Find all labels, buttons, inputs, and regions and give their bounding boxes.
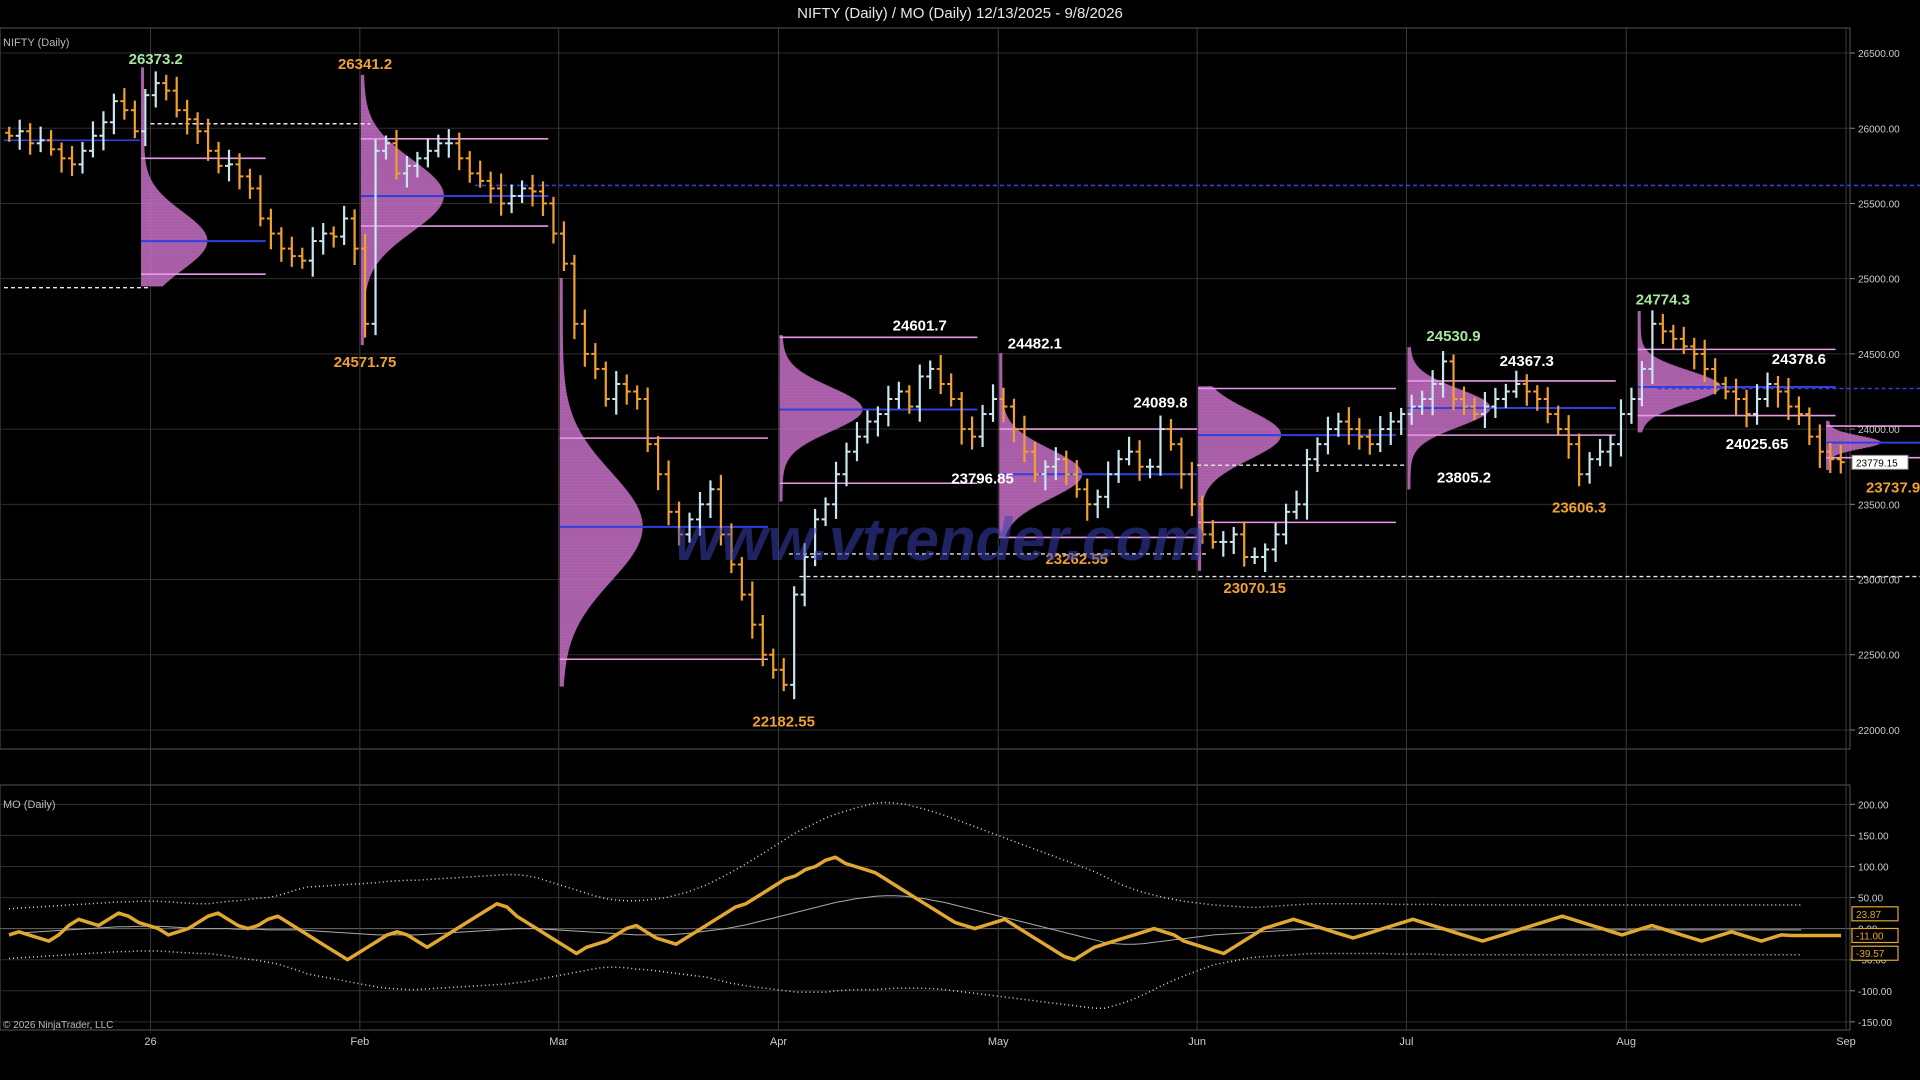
price-annotation: 24367.3 (1500, 353, 1554, 370)
volume-profile-row (999, 353, 1003, 355)
x-tick-label: Apr (770, 1036, 787, 1048)
price-annotation: 23805.2 (1437, 469, 1491, 486)
price-annotation: 24025.65 (1726, 436, 1789, 453)
mo-tick-label: -150.00 (1858, 1018, 1892, 1029)
x-tick-label: 26 (144, 1036, 156, 1048)
watermark: www.vtrender.com (674, 506, 1205, 573)
price-tick-label: 24000.00 (1858, 425, 1900, 436)
x-tick-label: Aug (1616, 1036, 1636, 1048)
mo-marker-label: 23.87 (1856, 910, 1881, 921)
mo-marker-label: -39.57 (1856, 949, 1885, 960)
price-annotation: 24774.3 (1636, 292, 1690, 309)
volume-profile-row (559, 277, 563, 279)
price-annotation: 23737.9 (1866, 480, 1920, 497)
price-annotation: 23606.3 (1552, 499, 1606, 516)
price-annotation: 24530.9 (1426, 328, 1480, 345)
mo-panel-label: MO (Daily) (3, 799, 56, 811)
volume-profile-row (1198, 386, 1213, 388)
price-annotation: 22182.55 (752, 713, 815, 730)
price-annotation: 24089.8 (1133, 395, 1187, 412)
price-annotation: 26373.2 (129, 51, 183, 68)
volume-profile-row (779, 335, 783, 337)
x-tick-label: Feb (350, 1036, 369, 1048)
price-panel-frame (0, 27, 1851, 750)
mo-tick-label: -100.00 (1858, 987, 1892, 998)
price-tick-label: 26000.00 (1858, 124, 1900, 135)
volume-profile-row (360, 74, 365, 76)
price-tick-label: 22000.00 (1858, 726, 1900, 737)
last-price-label: 23779.15 (1856, 458, 1898, 469)
mo-tick-label: 150.00 (1858, 831, 1889, 842)
x-tick-label: Sep (1836, 1036, 1856, 1048)
volume-profile-row (1826, 420, 1830, 422)
x-tick-label: Jun (1188, 1036, 1206, 1048)
price-annotation: 26341.2 (338, 56, 392, 73)
price-annotation: 24378.6 (1772, 351, 1826, 368)
volume-profile-row (1637, 311, 1641, 313)
price-tick-label: 24500.00 (1858, 350, 1900, 361)
price-tick-label: 22500.00 (1858, 651, 1900, 662)
x-tick-label: Mar (549, 1036, 568, 1048)
price-tick-label: 26500.00 (1858, 49, 1900, 60)
mo-panel-frame (0, 784, 1851, 1031)
volume-profile-row (1407, 347, 1411, 349)
mo-tick-label: 200.00 (1858, 800, 1889, 811)
mo-tick-label: 50.00 (1858, 894, 1883, 905)
price-annotation: 23070.15 (1223, 580, 1286, 597)
price-panel-label: NIFTY (Daily) (3, 37, 69, 49)
price-tick-label: 25500.00 (1858, 199, 1900, 210)
price-annotation: 24571.75 (334, 354, 397, 371)
price-annotation: 24482.1 (1008, 336, 1062, 353)
mo-marker-label: -11.00 (1856, 931, 1884, 942)
price-tick-label: 25000.00 (1858, 275, 1900, 286)
price-tick-label: 23000.00 (1858, 576, 1900, 587)
price-annotation: 23796.85 (951, 471, 1014, 488)
chart-window: NIFTY (Daily) / MO (Daily) 12/13/2025 - … (0, 0, 1920, 1080)
price-annotation: 24601.7 (893, 318, 947, 335)
chart-canvas[interactable]: 26373.2 26341.2 24571.75 24601.7 24482.1 2379… (0, 0, 1920, 1080)
copyright: © 2026 NinjaTrader, LLC (3, 1020, 113, 1031)
mo-average-line (8, 895, 1802, 945)
x-tick-label: Jul (1399, 1036, 1413, 1048)
price-tick-label: 23500.00 (1858, 500, 1900, 511)
mo-line (8, 855, 1841, 962)
mo-tick-label: 100.00 (1858, 862, 1889, 873)
x-tick-label: May (988, 1036, 1009, 1048)
